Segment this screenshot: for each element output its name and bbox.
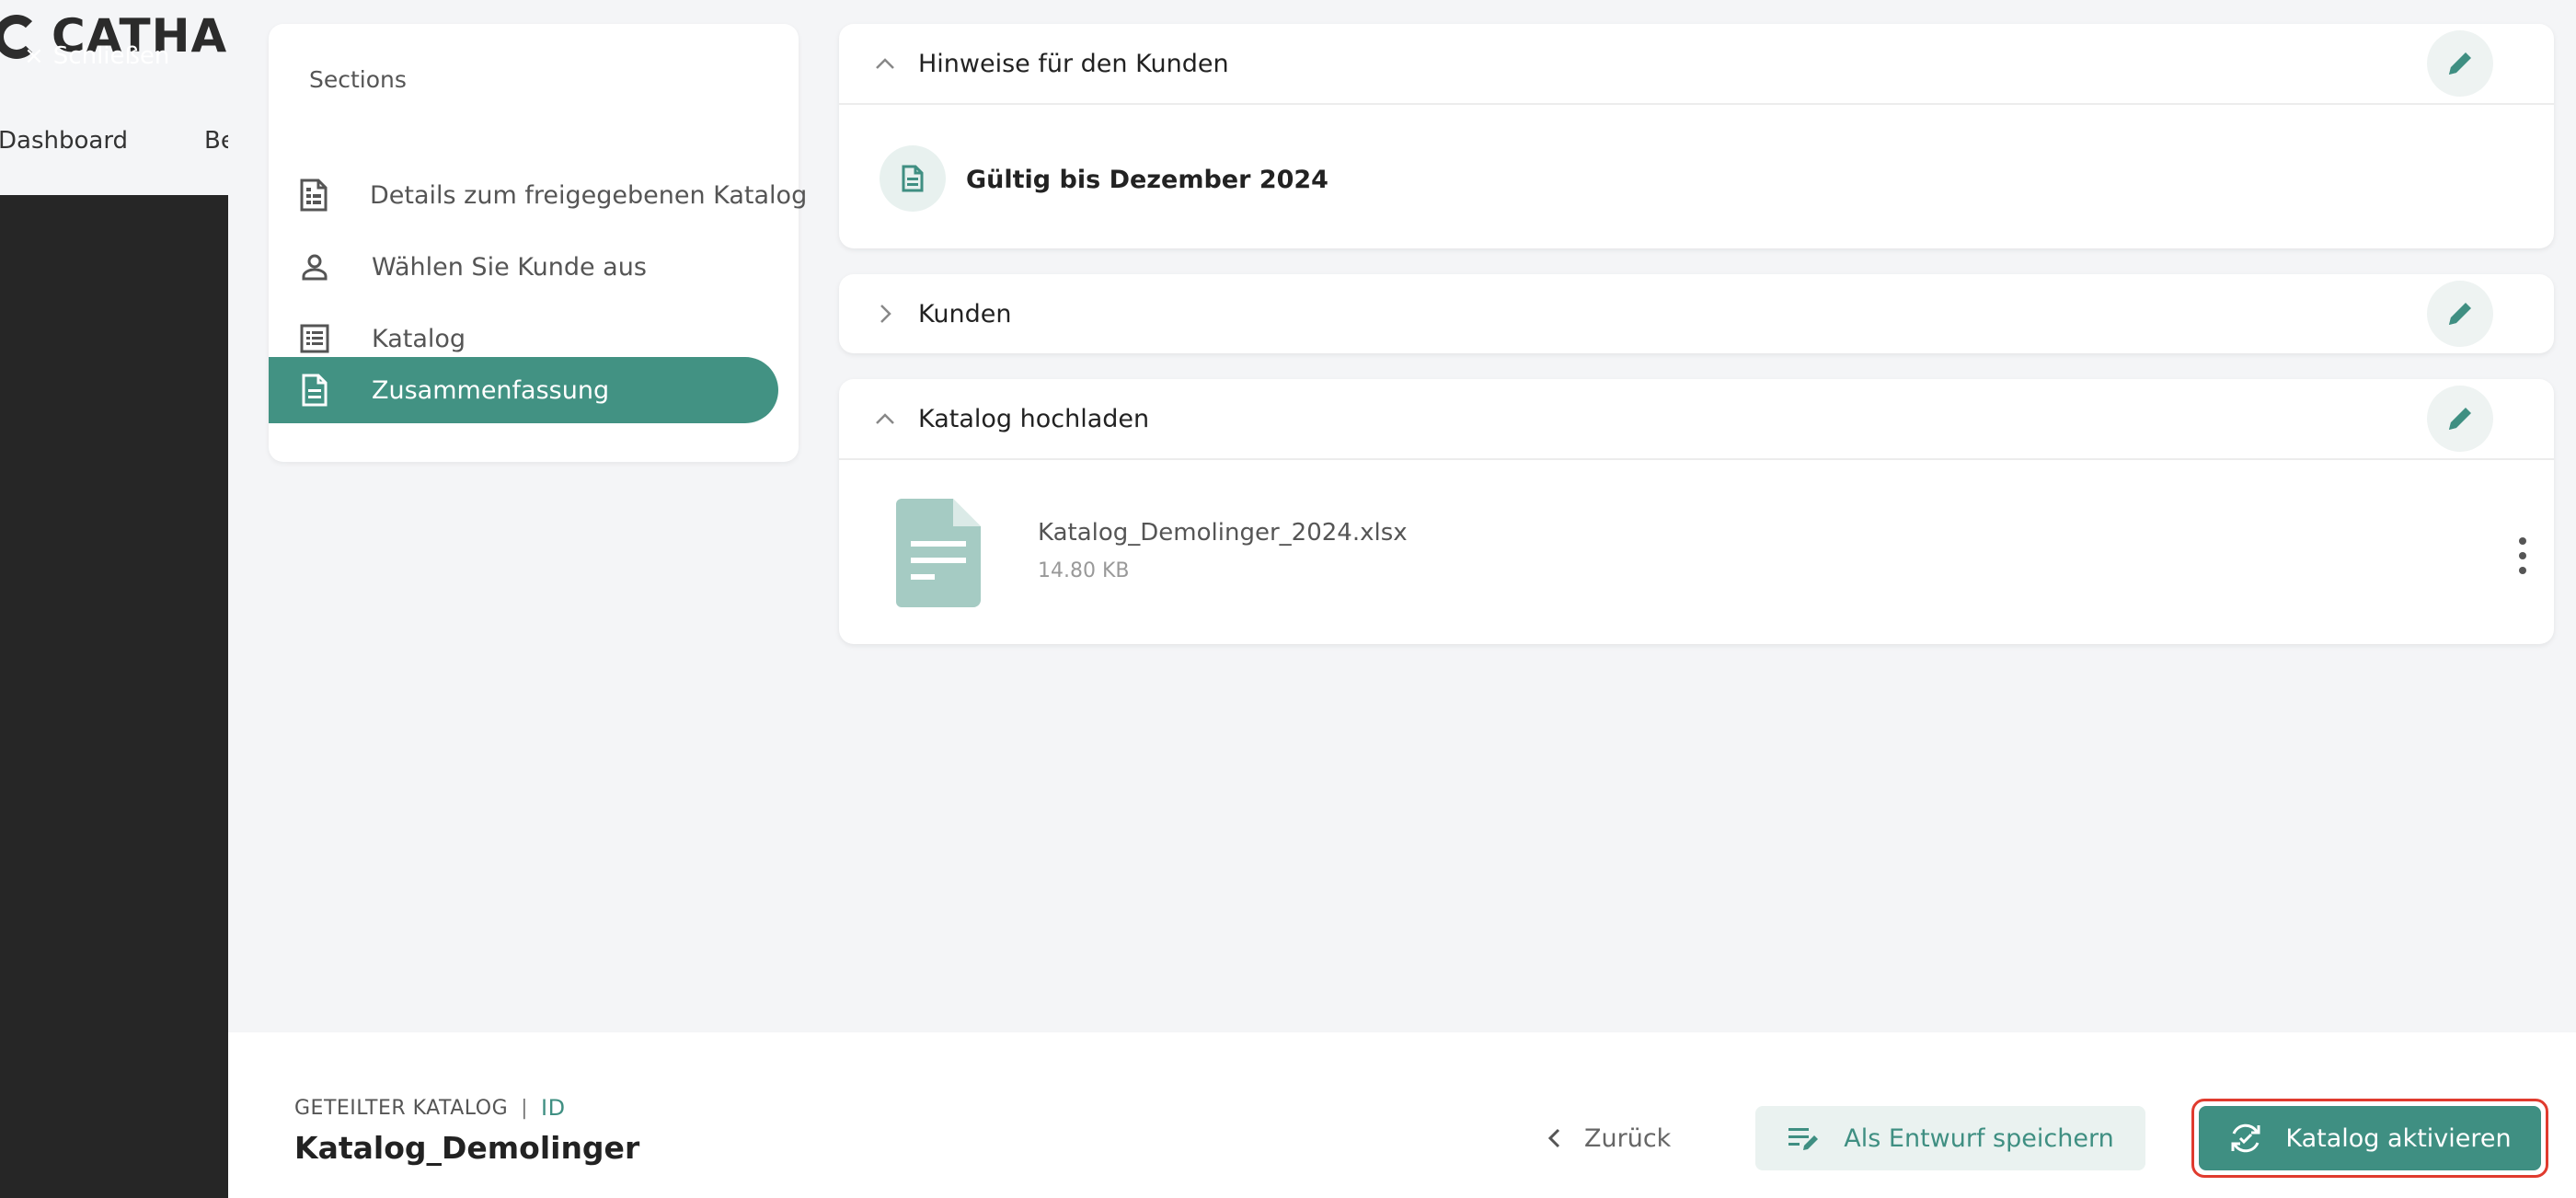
document-icon (298, 374, 331, 407)
list-icon (298, 322, 331, 355)
section-label: Details zum freigegebenen Katalog (370, 180, 808, 210)
catalog-type-label: GETEILTER KATALOG (294, 1096, 509, 1120)
section-label: Wählen Sie Kunde aus (372, 252, 647, 282)
save-draft-label: Als Entwurf speichern (1844, 1123, 2114, 1153)
chevron-right-icon[interactable] (874, 303, 896, 325)
file-name[interactable]: Katalog_Demolinger_2024.xlsx (1038, 519, 1408, 547)
upload-card-header[interactable]: Katalog hochladen (839, 379, 2554, 458)
customers-card-title: Kunden (918, 299, 1012, 328)
activate-catalog-button[interactable]: Katalog aktivieren (2199, 1106, 2541, 1170)
notes-card-header[interactable]: Hinweise für den Kunden (839, 24, 2554, 103)
person-icon (298, 250, 331, 283)
footer-bar: GETEILTER KATALOG | ID Katalog_Demolinge… (228, 1032, 2576, 1198)
file-row: Katalog_Demolinger_2024.xlsx 14.80 KB (839, 460, 2554, 644)
edit-notes-button[interactable] (2427, 30, 2493, 97)
back-button[interactable]: Zurück (1547, 1106, 1671, 1170)
more-options-icon[interactable] (2513, 537, 2532, 574)
customers-card: Kunden (839, 274, 2554, 353)
separator: | (521, 1096, 529, 1120)
chevron-left-icon (1547, 1128, 1560, 1148)
file-icon (896, 499, 981, 611)
background-nav-dashboard: Dashboard (0, 127, 129, 155)
section-label: Katalog (372, 324, 466, 353)
edit-customers-button[interactable] (2427, 281, 2493, 347)
section-label: Zusammenfassung (372, 375, 610, 405)
save-draft-button[interactable]: Als Entwurf speichern (1755, 1106, 2145, 1170)
chevron-up-icon[interactable] (874, 52, 896, 75)
note-row: Gültig bis Dezember 2024 (839, 105, 2554, 248)
pencil-icon (2449, 303, 2471, 325)
catalog-title: Katalog_Demolinger (294, 1130, 640, 1166)
customers-card-header[interactable]: Kunden (839, 274, 2554, 353)
section-item-summary[interactable]: Zusammenfassung (269, 357, 778, 423)
activate-label: Katalog aktivieren (2285, 1123, 2512, 1153)
upload-card: Katalog hochladen Katalog_Demolinger_202… (839, 379, 2554, 644)
catalog-id-label: ID (541, 1095, 566, 1121)
close-icon: × (24, 42, 44, 70)
upload-card-title: Katalog hochladen (918, 404, 1150, 433)
background-app: CATHA × Schließen Dashboard Be (0, 0, 228, 1198)
sync-check-icon (2231, 1123, 2260, 1153)
main-content: Sections Details zum freigegebenen Katal… (228, 0, 2576, 1032)
pencil-icon (2449, 52, 2471, 75)
note-document-icon (880, 145, 946, 212)
footer-subtitle: GETEILTER KATALOG | ID (294, 1095, 566, 1121)
chevron-up-icon[interactable] (874, 408, 896, 430)
back-label: Zurück (1584, 1123, 1672, 1153)
notes-card-title: Hinweise für den Kunden (918, 49, 1229, 78)
section-item-details[interactable]: Details zum freigegebenen Katalog (269, 162, 807, 228)
edit-upload-button[interactable] (2427, 386, 2493, 452)
document-details-icon (298, 179, 329, 212)
close-label: Schließen (52, 42, 170, 70)
background-nav-item: Be (204, 127, 228, 155)
edit-note-icon (1788, 1128, 1819, 1150)
pencil-icon (2449, 408, 2471, 430)
sections-title: Sections (309, 66, 407, 93)
file-size: 14.80 KB (1038, 559, 1130, 582)
sections-panel: Sections Details zum freigegebenen Katal… (269, 24, 807, 462)
section-item-select-customer[interactable]: Wählen Sie Kunde aus (269, 234, 778, 300)
notes-card: Hinweise für den Kunden Gültig bis Dezem… (839, 24, 2554, 248)
note-text: Gültig bis Dezember 2024 (966, 166, 1328, 194)
close-button[interactable]: × Schließen (24, 42, 169, 70)
